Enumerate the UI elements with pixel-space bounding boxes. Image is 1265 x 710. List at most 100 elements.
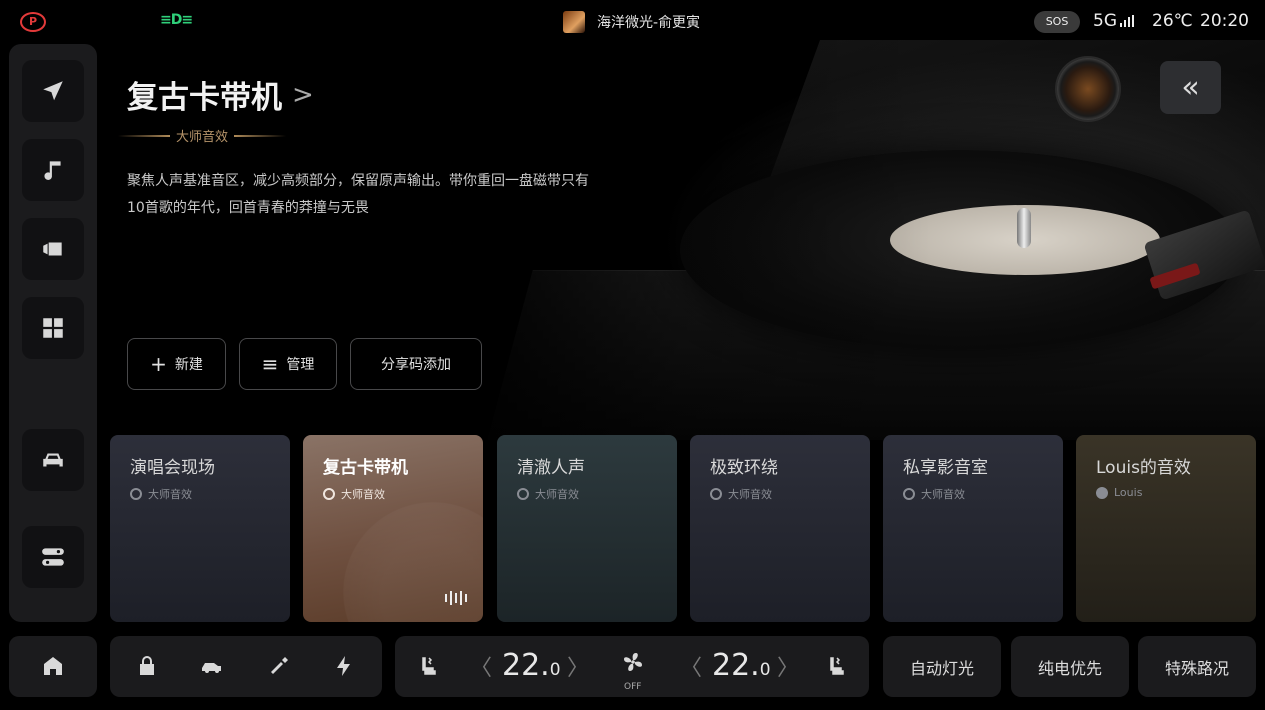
master-sound-badge: 大师音效	[118, 126, 287, 145]
lock-icon	[140, 656, 154, 675]
fuel-icon	[271, 657, 288, 674]
card-subtitle: 大师音效	[728, 488, 772, 501]
sound-profile-header[interactable]: 复古卡带机 >	[127, 72, 314, 117]
car-icon	[43, 453, 63, 467]
disc-icon	[517, 488, 529, 500]
card-title: 演唱会现场	[130, 458, 215, 478]
charge-button[interactable]	[330, 652, 358, 680]
left-temperature[interactable]: 22.0	[502, 648, 561, 683]
plus-icon: +	[150, 352, 167, 376]
parking-brake-icon: P	[20, 12, 46, 32]
badge-label: 大师音效	[176, 130, 229, 145]
auto-light-button[interactable]: 自动灯光	[883, 636, 1001, 697]
disc-icon	[323, 488, 335, 500]
chevron-right-icon: >	[292, 79, 314, 110]
fuel-door-button[interactable]	[265, 652, 293, 680]
playing-equalizer-icon	[445, 591, 467, 605]
manage-button-label: 管理	[286, 357, 315, 373]
right-temperature-decimal: 0	[759, 660, 771, 680]
outside-temperature: 26℃	[1152, 11, 1193, 31]
video-icon	[43, 242, 62, 256]
special-road-label: 特殊路况	[1164, 658, 1229, 678]
left-temperature-decimal: 0	[549, 660, 561, 680]
clock: 20:20	[1200, 11, 1249, 31]
card-title: 复古卡带机	[323, 458, 408, 478]
new-button-label: 新建	[174, 357, 203, 373]
left-temperature-value: 22.	[502, 648, 550, 683]
bolt-icon	[337, 656, 350, 676]
passenger-seat-heat-button[interactable]	[823, 652, 851, 680]
headlight-icon: ≡D≡	[160, 12, 193, 28]
dock-vehicle-controls	[110, 636, 382, 697]
sound-card-louis[interactable]: Louis的音效 Louis	[1076, 435, 1256, 622]
sound-card-clear-vocal[interactable]: 清澈人声 大师音效	[497, 435, 677, 622]
ev-priority-label: 纯电优先	[1037, 658, 1102, 678]
apps-button[interactable]	[22, 297, 84, 359]
sound-card-private-theater[interactable]: 私享影音室 大师音效	[883, 435, 1063, 622]
new-button[interactable]: + 新建	[127, 338, 226, 390]
card-subtitle: 大师音效	[341, 488, 385, 501]
settings-toggle-button[interactable]	[22, 526, 84, 588]
dock-home	[9, 636, 97, 697]
manage-button[interactable]: ≡ 管理	[239, 338, 337, 390]
network-label: 5G	[1093, 11, 1117, 31]
apps-icon	[43, 318, 63, 338]
sound-card-retro-cassette[interactable]: 复古卡带机 大师音效	[303, 435, 483, 622]
sos-button[interactable]: SOS	[1034, 11, 1080, 33]
now-playing[interactable]: 海洋微光-俞更寅	[563, 10, 700, 34]
fan-state-label: OFF	[624, 682, 642, 692]
toggle-settings-icon	[42, 548, 64, 566]
right-temperature-value: 22.	[712, 648, 760, 683]
disc-icon	[130, 488, 142, 500]
video-button[interactable]	[22, 218, 84, 280]
left-navigation-rail	[9, 44, 97, 622]
right-temp-up-button[interactable]: 〉	[777, 650, 799, 682]
disc-icon	[710, 488, 722, 500]
share-code-add-button[interactable]: 分享码添加	[350, 338, 482, 390]
profile-description: 聚焦人声基准音区，减少高频部分，保留原声输出。带你重回一盘磁带只有10首歌的年代…	[127, 173, 589, 216]
auto-light-label: 自动灯光	[909, 658, 974, 678]
album-disc-avatar[interactable]	[1057, 58, 1119, 120]
home-button[interactable]	[39, 652, 67, 680]
left-temp-down-button[interactable]: 〈	[470, 650, 492, 682]
fan-icon	[624, 653, 642, 671]
ev-priority-button[interactable]: 纯电优先	[1011, 636, 1129, 697]
sos-label: SOS	[1045, 15, 1069, 28]
seat-heat-icon	[830, 657, 844, 675]
navigation-button[interactable]	[22, 60, 84, 122]
card-subtitle: 大师音效	[921, 488, 965, 501]
collapse-button[interactable]: «	[1160, 61, 1221, 114]
ornament-right-icon	[234, 134, 287, 137]
signal-icon	[1120, 15, 1134, 27]
trunk-button[interactable]	[198, 652, 226, 680]
card-title: 清澈人声	[517, 458, 585, 478]
card-title: 私享影音室	[903, 458, 988, 478]
network-status: 5G	[1093, 11, 1134, 31]
vehicle-button[interactable]	[22, 429, 84, 491]
sound-card-concert[interactable]: 演唱会现场 大师音效	[110, 435, 290, 622]
climate-control-bar: 〈 22.0 〉 OFF 〈 22.0 〉	[395, 636, 869, 697]
fan-button[interactable]	[619, 648, 647, 676]
share-code-add-label: 分享码添加	[381, 357, 451, 373]
music-icon	[44, 161, 61, 180]
status-bar: P ≡D≡ 海洋微光-俞更寅 SOS 5G 26℃ 20:20	[0, 0, 1265, 44]
right-temperature[interactable]: 22.0	[712, 648, 771, 683]
double-chevron-left-icon: «	[1181, 70, 1200, 105]
list-icon: ≡	[261, 352, 279, 376]
sound-card-surround[interactable]: 极致环绕 大师音效	[690, 435, 870, 622]
navigation-icon	[43, 81, 63, 101]
card-title: 极致环绕	[710, 458, 778, 478]
now-playing-title: 海洋微光-俞更寅	[597, 15, 701, 31]
left-temp-up-button[interactable]: 〉	[567, 650, 589, 682]
home-icon	[44, 657, 62, 675]
special-road-button[interactable]: 特殊路况	[1138, 636, 1256, 697]
card-subtitle: 大师音效	[148, 488, 192, 501]
ornament-left-icon	[118, 134, 170, 137]
user-icon	[1096, 486, 1108, 499]
driver-seat-heat-button[interactable]	[415, 652, 443, 680]
music-button[interactable]	[22, 139, 84, 201]
page-title: 复古卡带机	[127, 80, 282, 116]
right-temp-down-button[interactable]: 〈	[680, 650, 702, 682]
seat-heat-icon	[422, 657, 436, 675]
lock-button[interactable]	[133, 652, 161, 680]
